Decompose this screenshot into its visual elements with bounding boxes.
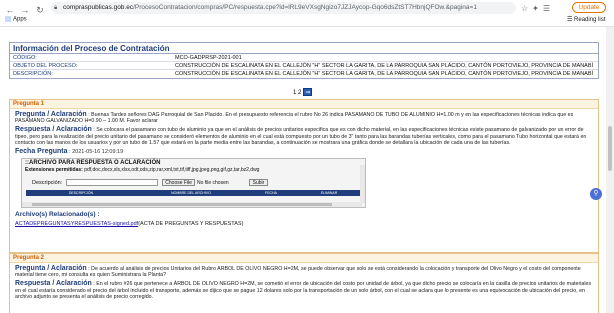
- question-label: Pregunta / Aclaración: [15, 111, 87, 118]
- question-text: Pregunta / Aclaración : De acuerdo al an…: [15, 265, 593, 279]
- accessibility-float-icon[interactable]: ⚲: [590, 188, 602, 200]
- lock-icon: 🔒︎: [54, 5, 58, 11]
- bookmarks-bar: Apps ☰ Reading list: [0, 15, 614, 27]
- extensions-label: Extensiones permitidas:: [25, 167, 83, 174]
- no-file-chosen: No file chosen: [196, 179, 229, 186]
- info-value: CONSTRUCCIÓN DE ESCALINATA EN EL CALLEJÓ…: [175, 63, 594, 69]
- extension-icons[interactable]: ☆✦☰: [521, 4, 554, 13]
- description-label: Descripción:: [32, 179, 63, 186]
- back-icon[interactable]: ←: [5, 5, 15, 15]
- reading-list-button[interactable]: ☰ Reading list: [567, 16, 605, 23]
- apps-bookmark[interactable]: Apps: [5, 16, 27, 23]
- col-nombre-archivo: NOMBRE DEL ARCHIVO: [171, 191, 211, 196]
- info-value: CONSTRUCCIÓN DE ESCALINATA EN EL CALLEJÓ…: [175, 71, 594, 77]
- apps-grid-icon: [5, 16, 11, 22]
- choose-file-button[interactable]: Choose File: [162, 179, 195, 187]
- info-key: OBJETO DEL PROCESO:: [13, 63, 78, 69]
- url-path: /ProcesoContratacion/compras/PC/respuest…: [133, 4, 477, 11]
- related-file: ACTADEPREGUNTASYRESPUESTAS-signed.pdf(AC…: [15, 221, 593, 227]
- date-value: : 2021-05-16 12:09:19: [69, 149, 124, 156]
- col-eliminar: ELIMINAR: [320, 191, 338, 196]
- info-value: MCO-GADPRSP-2021-001: [175, 55, 242, 61]
- reading-list-label: Reading list: [574, 17, 606, 23]
- answer-label: Respuesta / Aclaración: [15, 126, 92, 134]
- description-input[interactable]: [66, 179, 159, 187]
- attachment-title: ::ARCHIVO PARA RESPUESTA O ACLARACIÓN: [25, 160, 161, 167]
- reload-icon[interactable]: ↻: [35, 5, 45, 15]
- related-file-link[interactable]: ACTADEPREGUNTASYRESPUESTAS-signed.pdf: [15, 221, 138, 227]
- page-content: Información del Proceso de Contratación …: [0, 27, 614, 313]
- address-bar[interactable]: 🔒︎ compraspublicas.gob.ec/ProcesoContrata…: [51, 2, 516, 14]
- question-header: Pregunta 2: [10, 254, 598, 263]
- info-row-objeto: OBJETO DEL PROCESO: CONSTRUCCIÓN DE ESCAL…: [10, 62, 598, 70]
- question-header: Pregunta 1: [10, 100, 598, 109]
- next-page-button[interactable]: ⇒: [303, 88, 313, 96]
- question-body: : De acuerdo al análisis de precios Unit…: [15, 266, 581, 279]
- upload-button[interactable]: Subir: [248, 179, 269, 187]
- answer-body: : En el rubro #26 que pertenece a ÁRBOL …: [15, 281, 592, 300]
- attachment-upload-box: ::ARCHIVO PARA RESPUESTA O ACLARACIÓN Ex…: [21, 158, 366, 209]
- question-body: : Buenas Tardes señores DAG Parroquial d…: [15, 112, 574, 125]
- question-1: Pregunta 1 Pregunta / Aclaración : Buena…: [9, 99, 599, 253]
- description-row: Descripción: Choose File No file chosen …: [32, 179, 269, 187]
- panel-title: Información del Proceso de Contratación: [10, 43, 598, 54]
- related-file-description: (ACTA DE PREGUNTAS Y RESPUESTAS): [138, 221, 244, 228]
- info-row-codigo: CÓDIGO: MCO-GADPRSP-2021-001: [10, 54, 598, 62]
- info-row-descripcion: DESCRIPCIÓN: CONSTRUCCIÓN DE ESCALINATA E…: [10, 70, 598, 78]
- col-fecha: FECHA: [265, 191, 277, 196]
- question-text: Pregunta / Aclaración : Buenas Tardes se…: [15, 111, 593, 125]
- date-label: Fecha Pregunta: [15, 148, 68, 156]
- info-key: CÓDIGO:: [13, 55, 37, 61]
- forward-icon[interactable]: →: [20, 5, 30, 15]
- question-2: Pregunta 2 Pregunta / Aclaración : De ac…: [9, 253, 599, 313]
- extensions-value: pdf,doc,docx,xls,xlsx,odt,ods,zip,rar,xm…: [84, 167, 260, 174]
- answer-text: Respuesta / Aclaración : En el rubro #26…: [15, 280, 593, 300]
- url-host: compraspublicas.gob.ec: [63, 4, 134, 11]
- related-files-label: Archivo(s) Relacionado(s) :: [15, 211, 100, 219]
- answer-label: Respuesta / Aclaración: [15, 280, 92, 288]
- answer-body: : Se colocara el pasamano con tubo de al…: [15, 127, 587, 146]
- browser-toolbar: ← → ↻ 🔒︎ compraspublicas.gob.ec/ProcesoCo…: [0, 0, 614, 27]
- answer-text: Respuesta / Aclaración : Se colocara el …: [15, 126, 593, 146]
- question-label: Pregunta / Aclaración: [15, 265, 87, 272]
- question-date: Fecha Pregunta : 2021-05-16 12:09:19: [15, 148, 593, 156]
- attachment-scrollbar-vertical[interactable]: [360, 165, 365, 204]
- process-info-panel: Información del Proceso de Contratación …: [9, 42, 599, 79]
- attachments-table-header: DESCRIPCIÓN NOMBRE DEL ARCHIVO FECHA ELI…: [26, 190, 362, 197]
- page-scrollbar-thumb[interactable]: [608, 126, 612, 171]
- page-numbers[interactable]: 1 2: [293, 90, 301, 96]
- attachment-scrollbar-horizontal[interactable]: [22, 202, 362, 208]
- info-key: DESCRIPCIÓN:: [13, 71, 53, 77]
- col-descripcion: DESCRIPCIÓN: [68, 191, 94, 196]
- pagination: 1 2 ⇒: [293, 88, 313, 96]
- apps-label: Apps: [13, 16, 27, 23]
- update-button[interactable]: Update: [572, 2, 606, 13]
- allowed-extensions: Extensiones permitidas: pdf,doc,docx,xls…: [22, 167, 365, 173]
